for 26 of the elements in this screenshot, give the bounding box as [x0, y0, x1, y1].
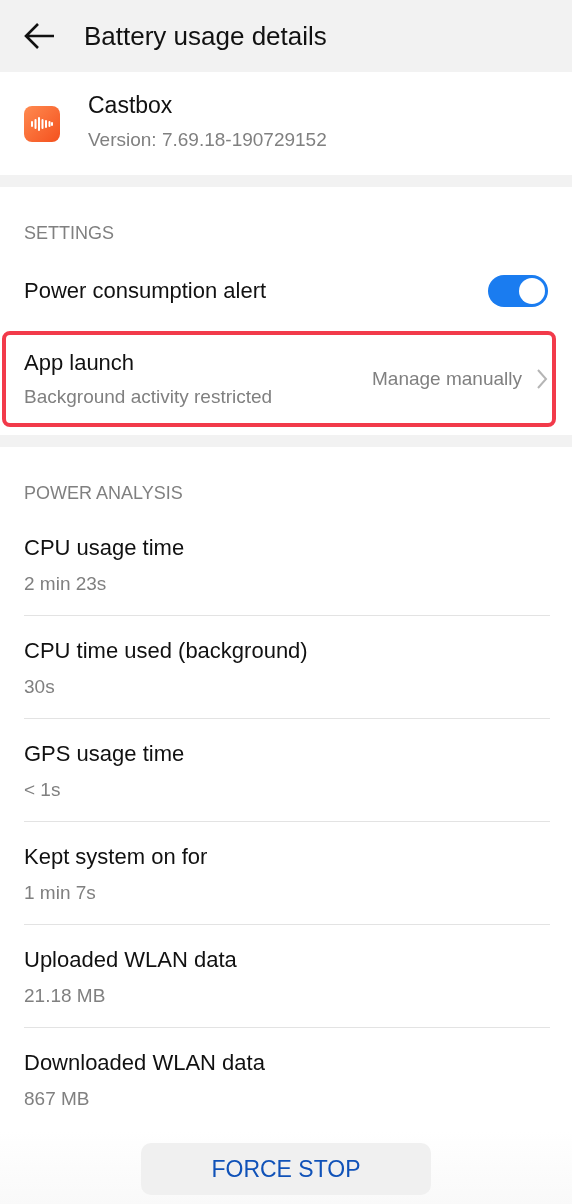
- stat-value: 867 MB: [24, 1088, 91, 1110]
- stat-label: CPU time used (background): [24, 638, 309, 664]
- section-heading: SETTINGS: [23, 222, 115, 245]
- force-stop-button[interactable]: FORCE STOP: [141, 1143, 431, 1195]
- app-name: Castbox: [88, 92, 174, 119]
- stat-value: 1 min 7s: [24, 882, 97, 904]
- back-button[interactable]: [24, 22, 56, 50]
- stat-label: Kept system on for: [24, 844, 209, 870]
- stat-value: < 1s: [24, 779, 62, 801]
- stat-label: CPU usage time: [24, 535, 186, 561]
- stat-value: 30s: [24, 676, 56, 698]
- setting-value: Manage manually: [372, 368, 522, 390]
- stat-value: 2 min 23s: [24, 573, 108, 595]
- setting-subtitle: Background activity restricted: [24, 386, 273, 408]
- stat-value: 21.18 MB: [24, 985, 107, 1007]
- section-heading: POWER ANALYSIS: [23, 482, 184, 505]
- page-title: Battery usage details: [84, 20, 327, 52]
- setting-label: Power consumption alert: [24, 278, 267, 304]
- app-icon: [24, 106, 60, 142]
- stat-label: GPS usage time: [24, 741, 186, 767]
- stat-label: Downloaded WLAN data: [24, 1050, 266, 1076]
- stat-label: Uploaded WLAN data: [24, 947, 238, 973]
- app-version: Version: 7.69.18-190729152: [88, 129, 327, 151]
- toggle-switch[interactable]: [488, 275, 548, 307]
- chevron-right-icon: [536, 368, 548, 390]
- setting-label: App launch: [24, 350, 136, 376]
